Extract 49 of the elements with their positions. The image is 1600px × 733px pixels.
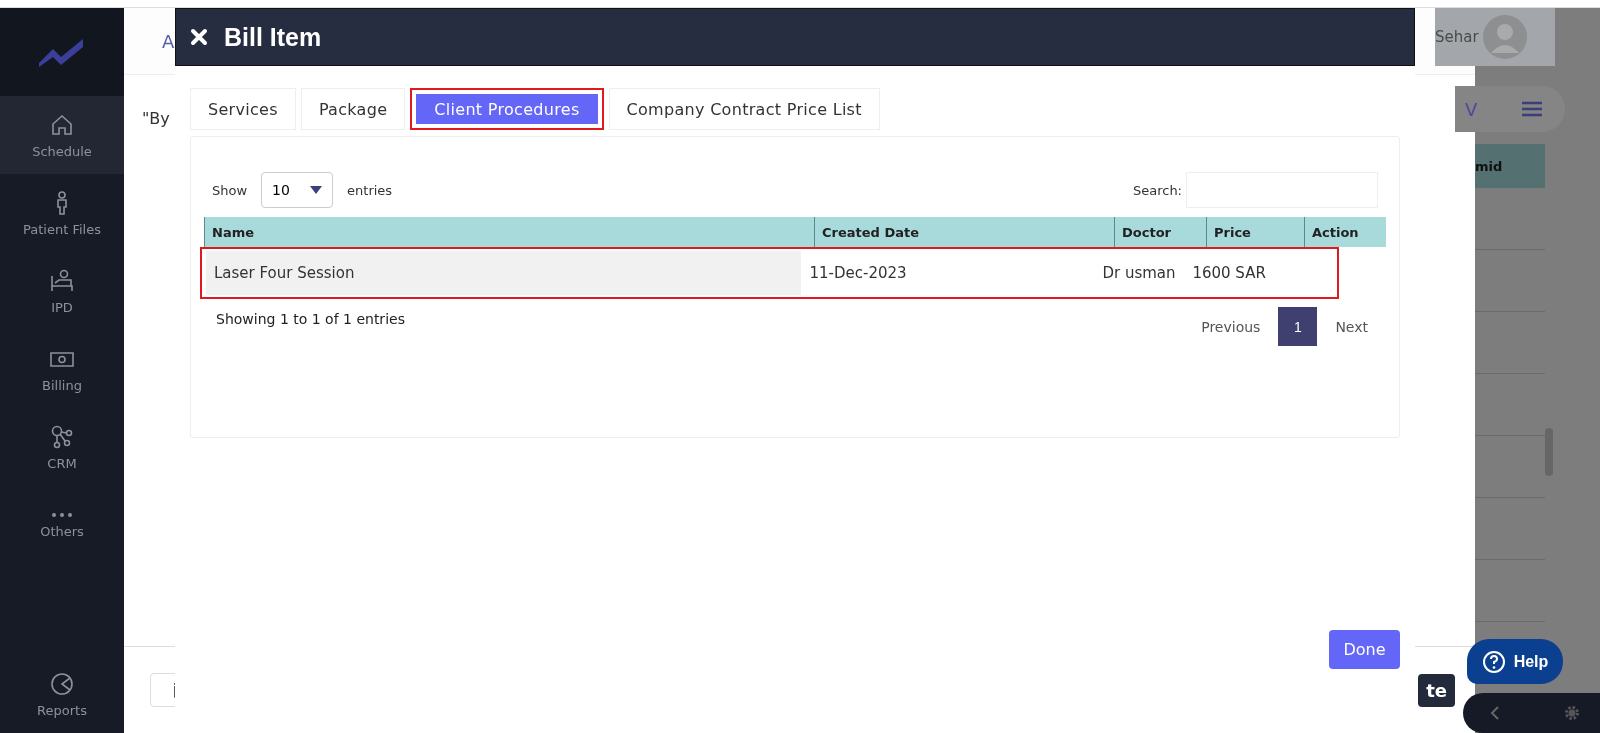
user-name: Sehar (1435, 28, 1479, 46)
tab[interactable]: Services (190, 88, 296, 130)
tab-label: A (162, 30, 175, 52)
table-info: Showing 1 to 1 of 1 entries (216, 310, 405, 327)
modal-title: Bill Item (224, 22, 322, 52)
column-header[interactable]: Name (204, 217, 814, 247)
table-cell-text: 11-Dec-2023 (808, 263, 908, 284)
column-header[interactable]: Price (1206, 217, 1304, 247)
tab[interactable]: Client Procedures (410, 88, 604, 130)
previous-button[interactable]: Previous (1183, 318, 1279, 335)
help-icon (1481, 649, 1506, 674)
settings-icon[interactable] (1564, 705, 1580, 721)
sidebar-item[interactable]: IPD (0, 252, 124, 330)
sidebar-item[interactable]: CRM (0, 408, 124, 486)
show-label: Show (212, 182, 248, 198)
entries-label: entries (347, 182, 393, 198)
search-label: Search: (1132, 182, 1182, 198)
table-cell-text: Dr usman (1101, 263, 1177, 284)
sidebar-item[interactable]: Patient Files (0, 174, 124, 252)
caret-icon (310, 185, 323, 195)
menu-icon[interactable] (1521, 101, 1543, 117)
table-row[interactable]: Laser Four Session 11-Dec-2023 Dr usman 1600 SAR (200, 247, 1339, 299)
pie-chart-icon (49, 670, 75, 697)
column-header[interactable]: Doctor (1114, 217, 1206, 247)
column-header[interactable]: Action (1304, 217, 1362, 247)
table-cell-text: 1600 SAR (1191, 263, 1267, 284)
sidebar-item[interactable]: Others (0, 486, 124, 564)
column-header: mid (1475, 144, 1545, 188)
sidebar-item[interactable]: Reports (0, 655, 124, 733)
sidebar-item[interactable]: Billing (0, 330, 124, 408)
sidebar-item[interactable]: Schedule (0, 96, 124, 174)
next-button[interactable]: Next (1317, 318, 1386, 335)
page-button[interactable]: 1 (1278, 307, 1318, 346)
network-icon (49, 423, 75, 450)
done-button[interactable]: Done (1329, 630, 1400, 669)
back-icon[interactable] (1489, 705, 1501, 721)
bed-icon (49, 267, 75, 294)
save-button[interactable]: te (1418, 673, 1455, 707)
body-text: "By (142, 109, 170, 128)
tab[interactable]: Company Contract Price List (608, 88, 880, 130)
tab[interactable]: Package (300, 88, 406, 130)
help-button[interactable]: Help (1467, 639, 1563, 684)
more-icon (49, 511, 75, 518)
column-header[interactable]: Created Date (814, 217, 1114, 247)
page-length-select[interactable]: 10 (261, 172, 334, 208)
avatar-icon (1482, 15, 1527, 59)
table-cell: Laser Four Session (206, 251, 802, 295)
close-icon[interactable] (190, 28, 208, 46)
view-label: V (1465, 98, 1478, 120)
